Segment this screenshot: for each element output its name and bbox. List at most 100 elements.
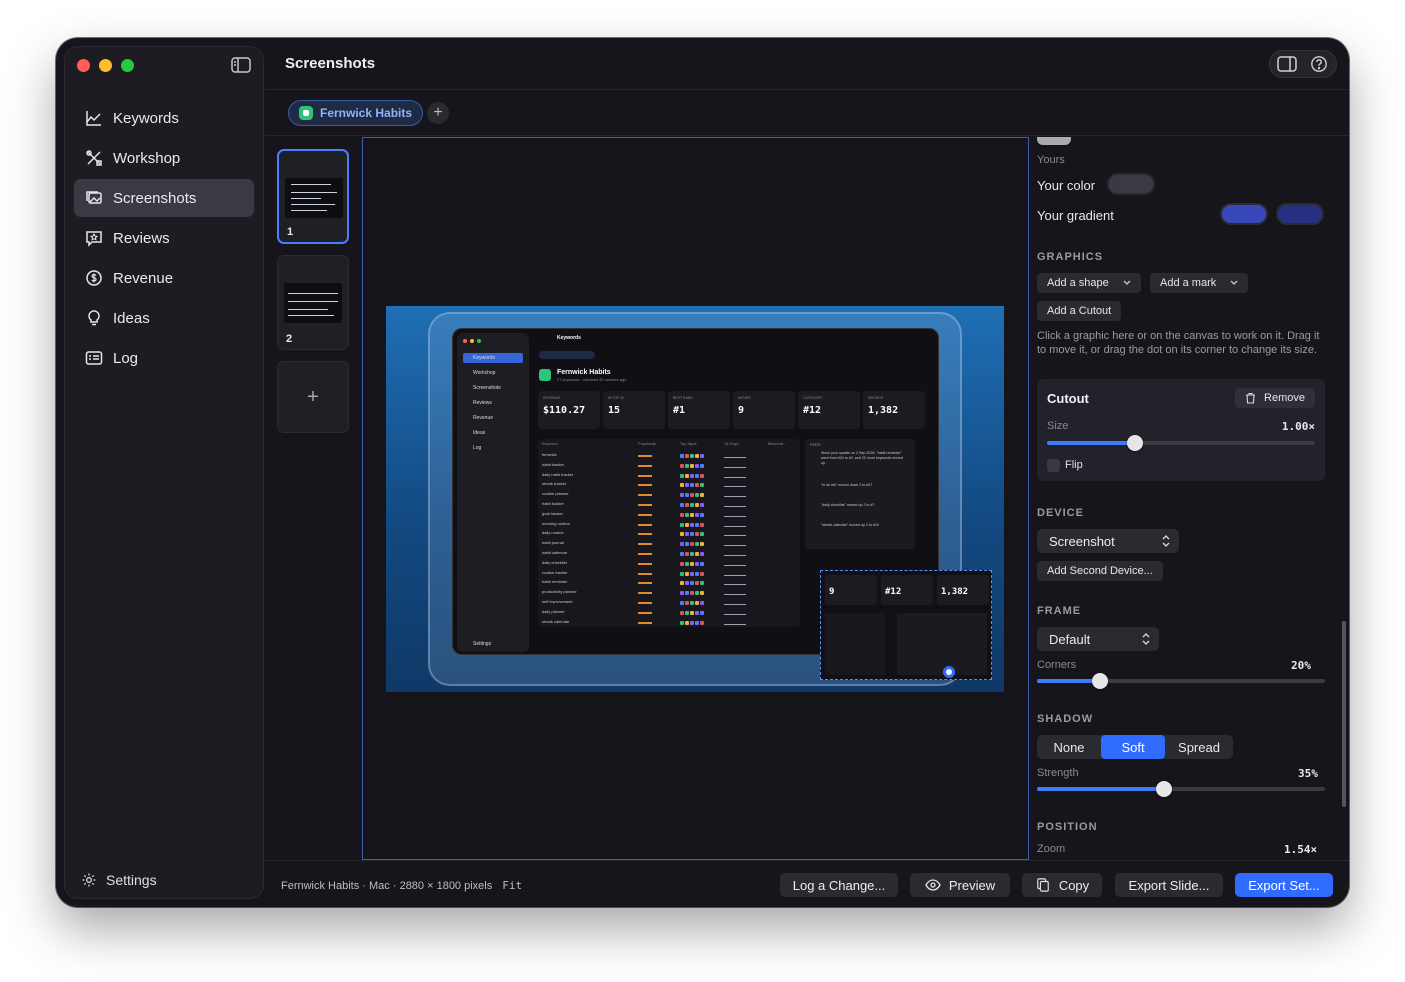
flip-checkbox[interactable]: [1047, 459, 1060, 472]
slide-canvas[interactable]: Keywords Workshop Screenshots Reviews Re…: [362, 137, 1029, 860]
export-slide-button[interactable]: Export Slide...: [1115, 873, 1223, 897]
slider-knob[interactable]: [1127, 435, 1144, 451]
slider-knob[interactable]: [1155, 781, 1172, 797]
add-second-device-button[interactable]: Add Second Device...: [1037, 561, 1163, 581]
add-app-button[interactable]: +: [427, 102, 449, 124]
minimize-window-button[interactable]: [99, 59, 112, 72]
thumbnail-number: 2: [286, 333, 293, 345]
cutout-resize-handle[interactable]: [943, 666, 955, 678]
sidebar-item-label: Revenue: [113, 269, 174, 287]
sidebar-item-revenue[interactable]: Revenue: [74, 259, 254, 297]
sidebar-item-label: Reviews: [113, 229, 170, 247]
preview-stat: REVENUE $110.27: [538, 391, 600, 429]
sidebar-item-workshop[interactable]: Workshop: [74, 139, 254, 177]
preview-feed: FEED Since your update on 2 Sep 2026: "h…: [805, 439, 915, 549]
device-select[interactable]: Screenshot: [1037, 529, 1179, 553]
thumbnail-number: 1: [287, 226, 294, 238]
help-icon[interactable]: [1308, 54, 1330, 74]
preview-keyword-row: morning routine: [542, 521, 796, 530]
export-set-button[interactable]: Export Set...: [1235, 873, 1333, 897]
preview-stat: IN TOP 10 15: [603, 391, 665, 429]
app-icon: [299, 106, 313, 120]
preview-feed-item: "daily checklist" moved up 2 to #7: [821, 503, 875, 507]
sidebar-item-log[interactable]: Log: [74, 339, 254, 377]
window-controls: [77, 59, 134, 72]
cutout-graphic[interactable]: 9 #12 1,382: [820, 570, 992, 680]
preview-keyword-row: habit journal: [542, 540, 796, 549]
shadow-option-soft[interactable]: Soft: [1101, 735, 1165, 759]
toolbar-buttons: [1269, 50, 1337, 78]
thumbnail-preview: [285, 178, 343, 218]
corners-value: 20%: [1291, 659, 1311, 672]
your-color-swatch[interactable]: [1107, 173, 1155, 195]
shadow-option-none[interactable]: None: [1037, 735, 1101, 759]
slide-preview[interactable]: Keywords Workshop Screenshots Reviews Re…: [386, 306, 1004, 692]
sidebar-item-label: Ideas: [113, 309, 150, 327]
chevron-down-icon: [1123, 280, 1131, 285]
preview-keyword-row: habit calendar: [542, 550, 796, 559]
sidebar-toggle-icon[interactable]: [231, 57, 251, 73]
remove-cutout-button[interactable]: Remove: [1235, 388, 1315, 408]
preview-tab: [539, 351, 595, 359]
sidebar-item-ideas[interactable]: Ideas: [74, 299, 254, 337]
slide-thumbnail[interactable]: 2: [277, 255, 349, 350]
close-window-button[interactable]: [77, 59, 90, 72]
add-cutout-button[interactable]: Add a Cutout: [1037, 301, 1122, 321]
gradient-swatch[interactable]: [1276, 203, 1324, 225]
cutout-size-slider[interactable]: [1047, 435, 1315, 451]
preview-stat: CATEGORY #12: [798, 391, 860, 429]
preview-header: Keywords: [557, 335, 581, 341]
app-window: Keywords Workshop Screenshots Reviews Re…: [56, 38, 1349, 907]
position-heading: POSITION: [1037, 821, 1098, 833]
preview-app-title: Fernwick Habits: [557, 369, 611, 376]
settings-button[interactable]: Settings: [81, 872, 157, 888]
preview-button[interactable]: Preview: [910, 873, 1010, 897]
preview-feed-item: "streak calendar" moved up 2 to #10: [821, 523, 879, 527]
preview-sidebar-item: Revenue: [473, 415, 494, 421]
preview-keyword-row: daily checklist: [542, 560, 796, 569]
device-frame[interactable]: Keywords Workshop Screenshots Reviews Re…: [428, 312, 992, 686]
zoom-value: 1.54×: [1284, 843, 1318, 856]
color-swatch-preview[interactable]: [1037, 137, 1071, 145]
sidebar: Keywords Workshop Screenshots Reviews Re…: [64, 46, 264, 899]
trash-icon: [1246, 392, 1256, 404]
zoom-window-button[interactable]: [121, 59, 134, 72]
list-icon: [85, 351, 103, 365]
preview-keyword-row: daily habit tracker: [542, 472, 796, 481]
device-heading: DEVICE: [1037, 507, 1084, 519]
frame-select[interactable]: Default: [1037, 627, 1159, 651]
preview-sidebar-item: Ideas: [473, 430, 486, 436]
fit-button[interactable]: Fit: [502, 879, 522, 892]
sidebar-item-keywords[interactable]: Keywords: [74, 99, 254, 137]
slide-thumbnail[interactable]: 1: [277, 149, 349, 244]
app-tab-label: Fernwick Habits: [320, 106, 413, 120]
dollar-circle-icon: [86, 270, 102, 286]
shadow-strength-slider[interactable]: [1037, 781, 1325, 797]
log-change-button[interactable]: Log a Change...: [780, 873, 898, 897]
preview-keyword-row: habit tracker: [542, 462, 796, 471]
page-title: Screenshots: [285, 55, 376, 72]
copy-button[interactable]: Copy: [1022, 873, 1102, 897]
app-tab-fernwick-habits[interactable]: Fernwick Habits: [288, 100, 424, 126]
gradient-swatch[interactable]: [1220, 203, 1268, 225]
chevron-down-icon: [1230, 280, 1238, 285]
inspector-scrollbar[interactable]: [1342, 621, 1346, 807]
strength-value: 35%: [1298, 767, 1318, 780]
shadow-option-spread[interactable]: Spread: [1165, 735, 1233, 759]
cutout-size-label: Size: [1047, 420, 1069, 432]
preview-keyword-table: Keyword Popularity Top Apps 14 Days Beec…: [538, 439, 800, 627]
sidebar-item-reviews[interactable]: Reviews: [74, 219, 254, 257]
preview-keyword-row: routine planner: [542, 491, 796, 500]
add-shape-button[interactable]: Add a shape: [1037, 273, 1141, 293]
preview-sidebar-item: Reviews: [473, 400, 492, 406]
corners-slider[interactable]: [1037, 673, 1325, 689]
updown-chevron-icon: [1142, 633, 1150, 645]
inspector-toggle-icon[interactable]: [1276, 54, 1298, 74]
sidebar-item-label: Workshop: [113, 149, 181, 167]
add-slide-button[interactable]: +: [277, 361, 349, 433]
sidebar-item-screenshots[interactable]: Screenshots: [74, 179, 254, 217]
slider-knob[interactable]: [1092, 673, 1109, 689]
preview-feed-item: Since your update on 2 Sep 2026: "habit …: [821, 451, 903, 465]
add-mark-button[interactable]: Add a mark: [1150, 273, 1249, 293]
preview-app-icon: [539, 369, 551, 381]
